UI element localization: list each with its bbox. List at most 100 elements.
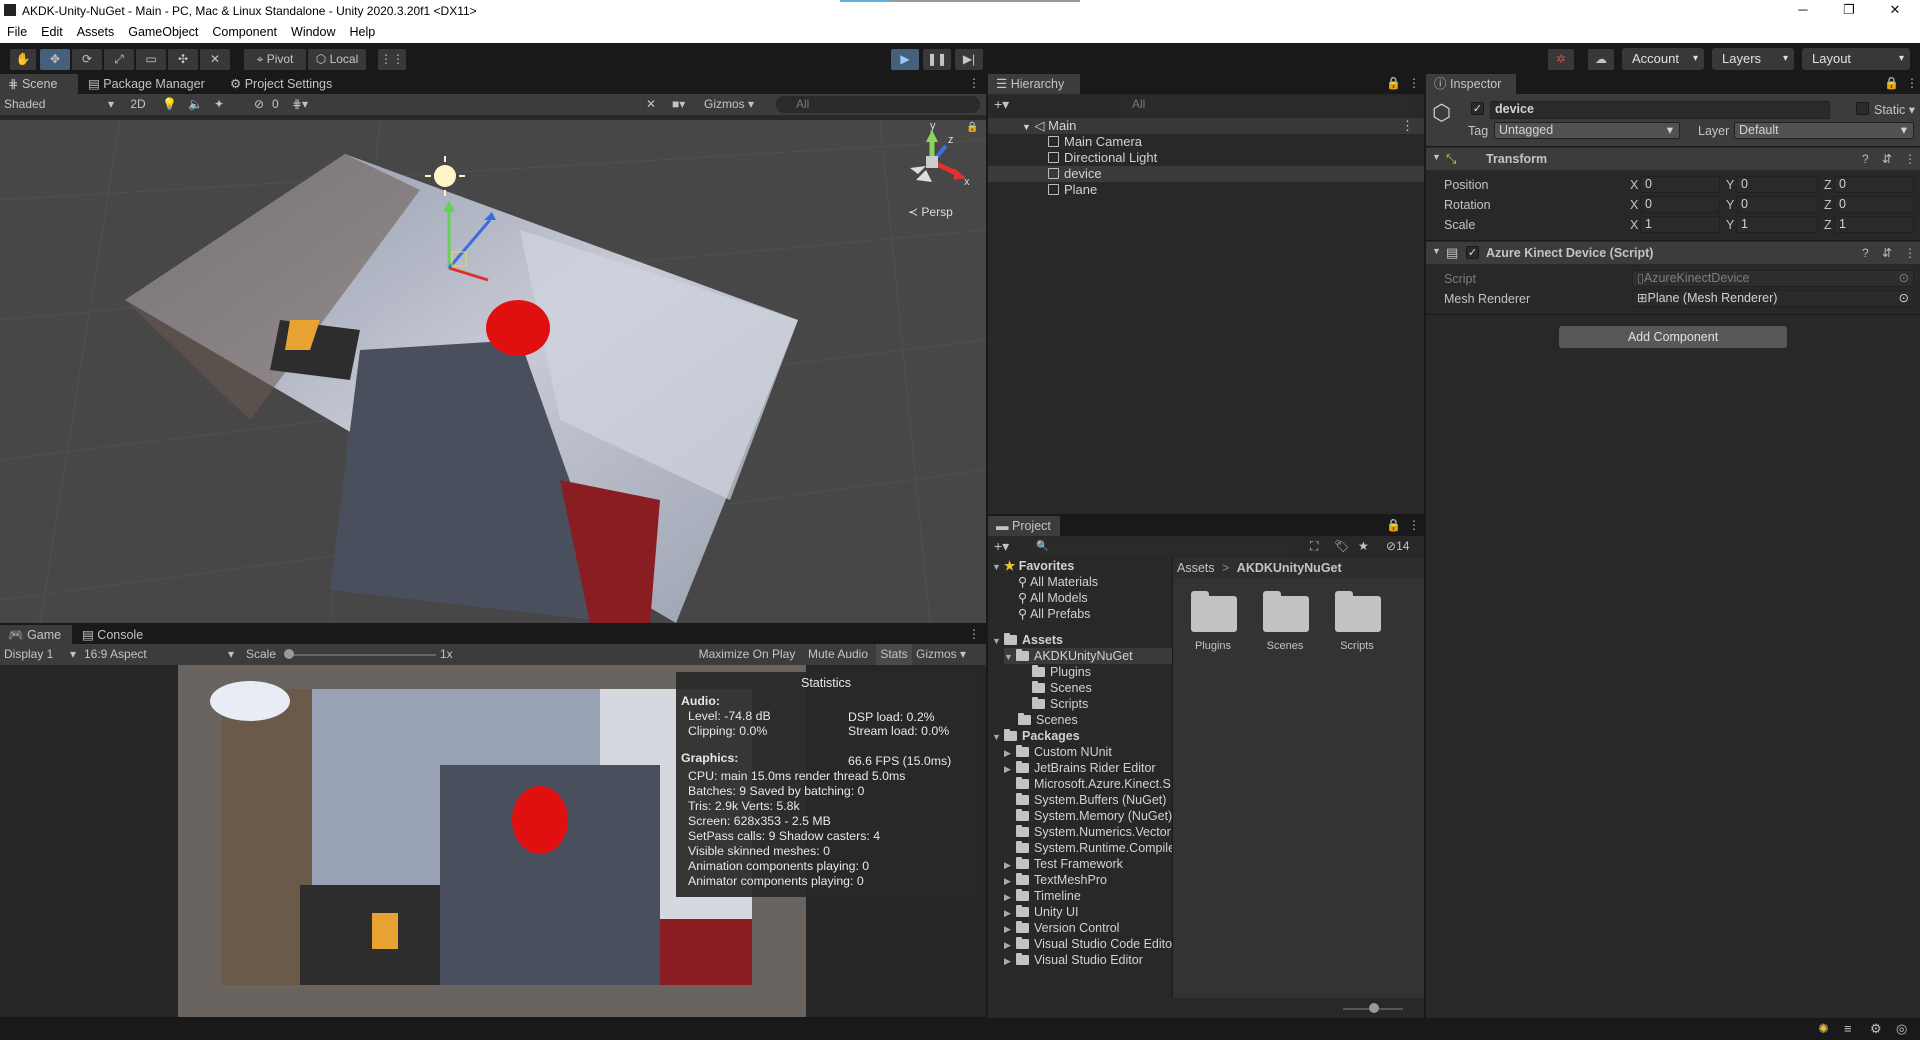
tab-project-settings[interactable]: ⚙ Project Settings [222,74,352,94]
expand-arrow-icon[interactable]: ▶ [1004,905,1016,920]
add-component-button[interactable]: Add Component [1559,326,1787,348]
stats-toggle[interactable]: Stats [876,644,912,665]
help-icon[interactable]: ? [1862,246,1869,260]
scale-tool-icon[interactable]: ⤢ [104,49,134,70]
menu-gameobject[interactable]: GameObject [121,22,205,39]
scene-viewport[interactable]: y z x 🔒 ≺ Persp [0,120,986,623]
hidden-packages-toggle[interactable]: ⊘14 [1386,536,1409,557]
restore-icon[interactable]: ❐ [1826,0,1872,22]
tab-package-manager[interactable]: ▤ Package Manager [80,74,210,94]
layer-dropdown[interactable]: Default ▾ [1734,122,1914,139]
grid-item-scripts[interactable]: Scripts [1331,588,1383,658]
tab-game[interactable]: 🎮 Game [0,625,72,645]
scale-slider-thumb[interactable] [284,649,294,659]
tree-package-item[interactable]: ▶ Test Framework [1004,856,1123,872]
preset-icon[interactable]: ⇵ [1882,152,1892,166]
hierarchy-scene-row[interactable]: ▼ ◁ Main ⋮ [988,118,1424,134]
menu-help[interactable]: Help [342,22,382,39]
bug-icon[interactable]: ✺ [1818,1021,1829,1037]
hierarchy-item-device[interactable]: device [988,166,1424,182]
tree-scenes-sub[interactable]: Scenes [1032,680,1092,696]
display-dropdown[interactable]: Display 1 ▾ [4,644,78,665]
lock-icon[interactable]: 🔒 [966,122,978,133]
rotation-z-field[interactable]: 0 [1834,196,1914,213]
expand-arrow-icon[interactable]: ▶ [1004,937,1016,952]
static-checkbox[interactable] [1856,102,1869,115]
debug-icon[interactable]: ⚙ [1870,1021,1882,1037]
grid-snap-icon[interactable]: ⋮⋮ [378,49,406,70]
grid-item-scenes[interactable]: Scenes [1259,588,1311,658]
tree-plugins[interactable]: Plugins [1032,664,1091,680]
scene-search-input[interactable]: All [776,96,980,113]
tab-hierarchy[interactable]: ☰ Hierarchy [988,74,1080,94]
project-search-input[interactable]: 🔍 [1030,538,1290,555]
layout-dropdown[interactable]: Layout [1802,48,1910,70]
maximize-on-play-toggle[interactable]: Maximize On Play [694,644,800,665]
collab-icon[interactable]: ✲ [1548,49,1574,70]
rect-tool-icon[interactable]: ▭ [136,49,166,70]
tree-package-item[interactable]: ▶ TextMeshPro [1004,872,1107,888]
rotation-x-field[interactable]: 0 [1640,196,1720,213]
minimize-icon[interactable]: ─ [1780,0,1826,22]
tree-package-item[interactable]: System.Memory (NuGet) [1004,808,1172,824]
lighting-toggle-icon[interactable]: 💡 [162,94,177,115]
expand-arrow-icon[interactable]: ▶ [1004,889,1016,904]
progress-icon[interactable]: ◎ [1896,1021,1907,1037]
menu-file[interactable]: File [0,22,34,39]
cloud-icon[interactable]: ☁ [1588,49,1614,70]
expand-arrow-icon[interactable]: ▶ [1004,857,1016,872]
hierarchy-lock-icon[interactable]: 🔒 [1386,76,1401,90]
hierarchy-item-main-camera[interactable]: Main Camera [988,134,1424,150]
hierarchy-search-input[interactable]: All [1112,96,1418,113]
expand-arrow-icon[interactable]: ▶ [1004,745,1016,760]
search-by-label-icon[interactable]: 🏷 [1334,536,1349,557]
scale-slider[interactable] [288,654,436,656]
persp-toggle[interactable]: ≺ Persp [908,205,953,219]
tree-package-item[interactable]: ▶ Visual Studio Editor [1004,952,1143,968]
tab-console[interactable]: ▤ Console [74,625,154,645]
hierarchy-item-directional-light[interactable]: Directional Light [988,150,1424,166]
pause-button[interactable]: ❚❚ [923,49,951,70]
scale-y-field[interactable]: 1 [1736,216,1818,233]
mesh-renderer-field[interactable]: ⊞Plane (Mesh Renderer) ⊙ [1632,290,1914,307]
component-menu-icon[interactable]: ⋮ [1904,246,1916,260]
static-dropdown[interactable]: Static ▾ [1874,102,1915,117]
hierarchy-item-plane[interactable]: Plane [988,182,1424,198]
position-y-field[interactable]: 0 [1736,176,1818,193]
expand-arrow-icon[interactable]: ▼ [1004,649,1016,664]
scene-row-menu-icon[interactable]: ⋮ [1401,118,1414,134]
shading-mode-dropdown[interactable]: Shaded ▾ [0,94,118,115]
menu-component[interactable]: Component [205,22,284,39]
position-z-field[interactable]: 0 [1834,176,1914,193]
expand-arrow-icon[interactable]: ▶ [1004,873,1016,888]
expand-arrow-icon[interactable]: ▼ [1432,152,1441,162]
rotation-y-field[interactable]: 0 [1736,196,1818,213]
tree-package-item[interactable]: System.Numerics.Vector [1004,824,1171,840]
menu-assets[interactable]: Assets [70,22,122,39]
pivot-button[interactable]: ⌖ Pivot [244,49,306,70]
breadcrumb-assets[interactable]: Assets [1177,561,1215,575]
script-enabled-checkbox[interactable]: ✓ [1466,246,1479,259]
component-menu-icon[interactable]: ⋮ [1904,152,1916,166]
tools-icon[interactable]: ✕ [646,94,656,115]
tree-fav-all-prefabs[interactable]: ⚲ All Prefabs [1018,606,1090,622]
transform-tool-icon[interactable]: ✣ [168,49,198,70]
script-component-header[interactable]: ▼ ▤ ✓ Azure Kinect Device (Script) ? ⇵ ⋮ [1426,242,1920,264]
expand-arrow-icon[interactable]: ▼ [992,729,1004,744]
rotate-tool-icon[interactable]: ⟳ [72,49,102,70]
tree-package-item[interactable]: ▶ Visual Studio Code Edito [1004,936,1172,952]
menu-window[interactable]: Window [284,22,342,39]
object-picker-icon[interactable]: ⊙ [1899,291,1909,306]
mute-audio-toggle[interactable]: Mute Audio [802,644,874,665]
transform-header[interactable]: ▼ ⤡ Transform ? ⇵ ⋮ [1426,148,1920,170]
active-checkbox[interactable]: ✓ [1471,102,1484,115]
breadcrumb-current[interactable]: AKDKUnityNuGet [1237,561,1342,575]
hierarchy-menu-icon[interactable]: ⋮ [1408,76,1420,90]
object-name-field[interactable]: device [1490,101,1830,119]
tree-favorites[interactable]: ▼ ★ Favorites [992,558,1074,574]
tree-package-item[interactable]: ▶ Unity UI [1004,904,1078,920]
step-button[interactable]: ▶| [955,49,983,70]
scene-menu-icon[interactable]: ⋮ [968,76,980,90]
tree-fav-all-models[interactable]: ⚲ All Models [1018,590,1088,606]
search-by-type-icon[interactable]: ⛶ [1310,536,1318,557]
